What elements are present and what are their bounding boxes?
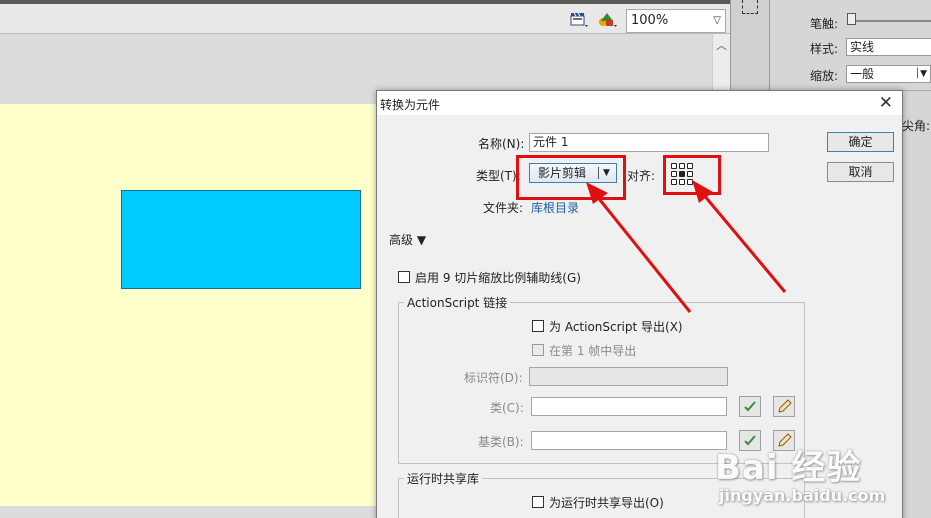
class-field[interactable] <box>531 397 727 416</box>
ok-button[interactable]: 确定 <box>827 132 894 152</box>
edit-symbols-icon[interactable] <box>597 10 619 30</box>
selection-frame-icon[interactable] <box>742 0 758 14</box>
stroke-label: 笔触: <box>810 17 839 31</box>
stroke-slider-handle[interactable] <box>847 13 856 25</box>
edit-bar: 100% ▽ <box>0 4 730 34</box>
identifier-label: 标识符(D): <box>464 371 523 385</box>
close-icon[interactable]: ✕ <box>879 93 893 113</box>
watermark-main: Bai 经验 <box>715 448 862 488</box>
class-label: 类(C): <box>490 401 524 415</box>
name-label: 名称(N): <box>478 137 525 151</box>
style-label: 样式: <box>810 42 839 56</box>
chevron-down-icon: │▼ <box>914 69 927 79</box>
stroke-row: 笔触: <box>770 12 931 34</box>
edit-class-button[interactable] <box>773 396 795 417</box>
validate-class-button[interactable] <box>739 396 761 417</box>
export-frame1-checkbox[interactable] <box>532 344 544 356</box>
stroke-slider-track[interactable] <box>848 20 931 22</box>
style-value: 实线 <box>850 40 875 54</box>
scroll-up-icon[interactable]: ︿ <box>716 37 727 53</box>
enable-9slice-label: 启用 9 切片缩放比例辅助线(G) <box>415 271 581 285</box>
watermark-sub: jingyan.baidu.com <box>719 486 886 505</box>
pencil-icon <box>778 399 792 413</box>
base-class-label: 基类(B): <box>478 435 524 449</box>
name-value: 元件 1 <box>533 135 569 149</box>
scale-value: 一般 <box>850 67 875 81</box>
export-frame1-label: 在第 1 帧中导出 <box>549 344 637 358</box>
annotation-box-type <box>516 155 626 200</box>
runtime-sharing-legend: 运行时共享库 <box>404 470 483 487</box>
baidu-watermark: Bai 经验 jingyan.baidu.com <box>713 440 931 518</box>
annotation-box-align <box>663 155 721 195</box>
style-select[interactable]: 实线 <box>846 38 931 56</box>
base-class-field[interactable] <box>531 431 727 450</box>
export-actionscript-checkbox[interactable] <box>532 320 544 332</box>
identifier-field[interactable] <box>529 367 728 386</box>
dialog-titlebar[interactable]: 转换为元件 ✕ <box>377 91 902 115</box>
export-actionscript-label: 为 ActionScript 导出(X) <box>549 320 683 334</box>
scale-label: 缩放: <box>810 69 839 83</box>
align-label: 对齐: <box>627 169 656 183</box>
zoom-select[interactable]: 100% ▽ <box>626 9 726 33</box>
scale-row: 缩放: 一般 │▼ <box>770 64 931 86</box>
zoom-value: 100% <box>631 13 669 28</box>
dialog-title: 转换为元件 <box>380 98 441 112</box>
runtime-export-checkbox[interactable] <box>532 496 544 508</box>
scale-select[interactable]: 一般 │▼ <box>846 65 931 83</box>
name-field[interactable]: 元件 1 <box>529 133 769 152</box>
runtime-export-label: 为运行时共享导出(O) <box>549 496 664 510</box>
actionscript-legend: ActionScript 链接 <box>404 294 511 311</box>
advanced-toggle[interactable]: 高级 ▼ <box>389 231 426 248</box>
chevron-down-icon: ▽ <box>713 15 721 26</box>
checkmark-icon <box>744 401 756 412</box>
clapper-scene-icon[interactable] <box>569 10 591 30</box>
blue-rectangle-shape[interactable] <box>121 190 361 289</box>
cancel-button[interactable]: 取消 <box>827 162 894 182</box>
folder-link[interactable]: 库根目录 <box>531 199 579 216</box>
enable-9slice-checkbox[interactable] <box>398 271 410 283</box>
type-label: 类型(T): <box>476 169 521 183</box>
folder-label: 文件夹: <box>483 201 524 215</box>
style-row: 样式: 实线 <box>770 37 931 59</box>
stage[interactable] <box>0 104 376 506</box>
corner-label: 尖角: <box>902 119 931 133</box>
